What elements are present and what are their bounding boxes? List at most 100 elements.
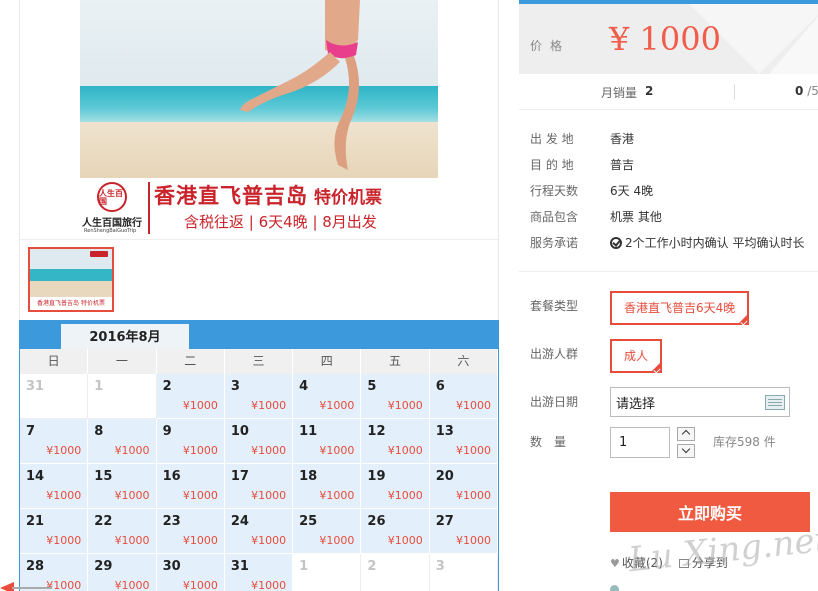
calendar-day-cell: 2 — [361, 554, 430, 591]
calendar-day-number: 19 — [367, 469, 386, 484]
share-link[interactable]: 分享到 — [692, 556, 728, 570]
quantity-increase-button[interactable] — [677, 427, 695, 441]
calendar-day-cell[interactable]: 4 ¥1000 — [293, 374, 362, 419]
calendar-day-cell[interactable]: 25 ¥1000 — [293, 509, 362, 554]
calendar-day-number: 23 — [162, 514, 181, 529]
calendar-day-number: 14 — [26, 469, 45, 484]
calendar-day-price: ¥1000 — [455, 444, 491, 457]
rating-value: 0 — [795, 84, 804, 98]
calendar-day-cell[interactable]: 29 ¥1000 — [88, 554, 157, 591]
calendar-day-cell[interactable]: 26 ¥1000 — [361, 509, 430, 554]
calendar-day-number: 30 — [162, 559, 181, 574]
calendar-day-price: ¥1000 — [319, 444, 355, 457]
hero-banner: 人生百国 人生百国旅行 RenShengBaiGuoTrip 香港直飞普吉岛 特价… — [80, 178, 438, 238]
calendar-day-price: ¥1000 — [455, 489, 491, 502]
calendar-day-number: 1 — [299, 559, 309, 574]
share-icon[interactable] — [678, 559, 689, 568]
calendar-day-number: 3 — [435, 559, 445, 574]
favorite-share-row: ♥ 收藏(2) 分享到 — [610, 554, 728, 571]
info-value: 机票 其他 — [610, 210, 662, 224]
calendar-day-price: ¥1000 — [114, 489, 150, 502]
package-option-label: 香港直飞普吉6天4晚 — [624, 301, 736, 315]
quantity-field[interactable] — [610, 427, 670, 458]
calendar-day-number: 8 — [94, 424, 104, 439]
calendar-day-number: 28 — [26, 559, 45, 574]
calendar-day-cell[interactable]: 27 ¥1000 — [429, 509, 498, 554]
thumb-logo-icon — [90, 251, 108, 257]
travel-date-field[interactable] — [610, 387, 790, 417]
thumbnail-selected[interactable]: 香港直飞普吉岛 特价机票 — [28, 247, 114, 312]
calendar-day-cell[interactable]: 3 ¥1000 — [224, 374, 294, 419]
crowd-option-button[interactable]: 成人 — [610, 339, 663, 374]
calendar-day-cell[interactable]: 12 ¥1000 — [361, 419, 430, 464]
calendar-month-tab[interactable]: 2016年8月 — [61, 324, 189, 349]
calendar-day-cell[interactable]: 17 ¥1000 — [224, 464, 294, 509]
calendar-day-price: ¥1000 — [387, 489, 423, 502]
sales-divider — [734, 84, 735, 100]
stock-text: 库存598 件 — [713, 435, 776, 449]
banner-title: 香港直飞普吉岛 特价机票 — [154, 180, 382, 210]
calendar-day-cell[interactable]: 19 ¥1000 — [361, 464, 430, 509]
calendar-day-cell[interactable]: 14 ¥1000 — [20, 464, 89, 509]
sales-row: 月销量 2 0 /5 — [519, 74, 818, 110]
quantity-input[interactable] — [611, 428, 667, 457]
calendar-day-number: 13 — [435, 424, 454, 439]
calendar-day-cell[interactable]: 31 ¥1000 — [224, 554, 294, 591]
selected-check-icon — [740, 318, 748, 326]
options-divider — [519, 271, 818, 272]
calendar-day-cell[interactable]: 7 ¥1000 — [20, 419, 89, 464]
calendar-day-cell[interactable]: 6 ¥1000 — [429, 374, 498, 419]
banner-tag: 特价机票 — [314, 188, 382, 208]
calendar-day-cell[interactable]: 8 ¥1000 — [88, 419, 157, 464]
calendar-day-cell[interactable]: 16 ¥1000 — [156, 464, 225, 509]
date-label: 出游日期 — [530, 395, 579, 409]
price-value: ¥ 1000 — [609, 20, 721, 58]
calendar-day-cell: 31 — [20, 374, 89, 419]
calendar-day-cell[interactable]: 10 ¥1000 — [224, 419, 294, 464]
calendar-day-number: 22 — [94, 514, 113, 529]
quantity-decrease-button[interactable] — [677, 444, 695, 458]
calendar-day-cell[interactable]: 11 ¥1000 — [293, 419, 362, 464]
calendar-grid: 31 1 2 ¥1000 3 ¥1000 4 ¥1000 5 ¥1000 6 ¥1000 7 ¥1000 8… — [20, 374, 498, 591]
calendar-day-price: ¥1000 — [319, 534, 355, 547]
calendar-day-number: 7 — [26, 424, 36, 439]
heart-icon[interactable]: ♥ — [610, 557, 620, 570]
calendar-day-cell[interactable]: 15 ¥1000 — [88, 464, 157, 509]
calendar-day-number: 20 — [435, 469, 454, 484]
banner-subtitle: 含税往返 | 6天4晚 | 8月出发 — [184, 213, 377, 231]
calendar-day-cell[interactable]: 13 ¥1000 — [429, 419, 498, 464]
calendar-day-cell[interactable]: 2 ¥1000 — [156, 374, 225, 419]
package-label: 套餐类型 — [530, 299, 579, 313]
calendar-day-cell: 1 — [293, 554, 362, 591]
info-value: 2个工作小时内确认 平均确认时长 — [610, 234, 804, 251]
info-value: 普吉 — [610, 158, 635, 172]
calendar-icon[interactable] — [765, 395, 785, 410]
calendar-day-number: 10 — [230, 424, 249, 439]
calendar-day-cell[interactable]: 21 ¥1000 — [20, 509, 89, 554]
thumbnail-divider — [20, 239, 498, 240]
package-option-button[interactable]: 香港直飞普吉6天4晚 — [610, 291, 750, 326]
calendar-day-price: ¥1000 — [319, 489, 355, 502]
calendar-day-price: ¥1000 — [46, 489, 82, 502]
calendar-day-cell[interactable]: 24 ¥1000 — [224, 509, 294, 554]
calendar-day-number: 2 — [162, 379, 172, 394]
weekday-label: 三 — [225, 349, 294, 374]
calendar-day-cell[interactable]: 9 ¥1000 — [156, 419, 225, 464]
banner-divider — [148, 182, 150, 234]
calendar-day-number: 27 — [435, 514, 454, 529]
buy-now-button[interactable]: 立即购买 — [610, 492, 810, 532]
calendar-day-cell[interactable]: 30 ¥1000 — [156, 554, 225, 591]
calendar-day-price: ¥1000 — [46, 534, 82, 547]
favorite-link[interactable]: 收藏(2) — [622, 556, 663, 570]
agency-name: 人生百国旅行 — [82, 218, 142, 229]
calendar-day-price: ¥1000 — [114, 579, 150, 591]
travel-date-input[interactable] — [611, 388, 759, 416]
calendar-day-cell[interactable]: 18 ¥1000 — [293, 464, 362, 509]
calendar-day-cell[interactable]: 23 ¥1000 — [156, 509, 225, 554]
calendar-day-cell[interactable]: 5 ¥1000 — [361, 374, 430, 419]
calendar-day-cell[interactable]: 20 ¥1000 — [429, 464, 498, 509]
calendar-day-cell[interactable]: 22 ¥1000 — [88, 509, 157, 554]
calendar-day-number: 12 — [367, 424, 386, 439]
calendar-day-cell[interactable]: 28 ¥1000 — [20, 554, 89, 591]
weekday-label: 日 — [20, 349, 89, 374]
